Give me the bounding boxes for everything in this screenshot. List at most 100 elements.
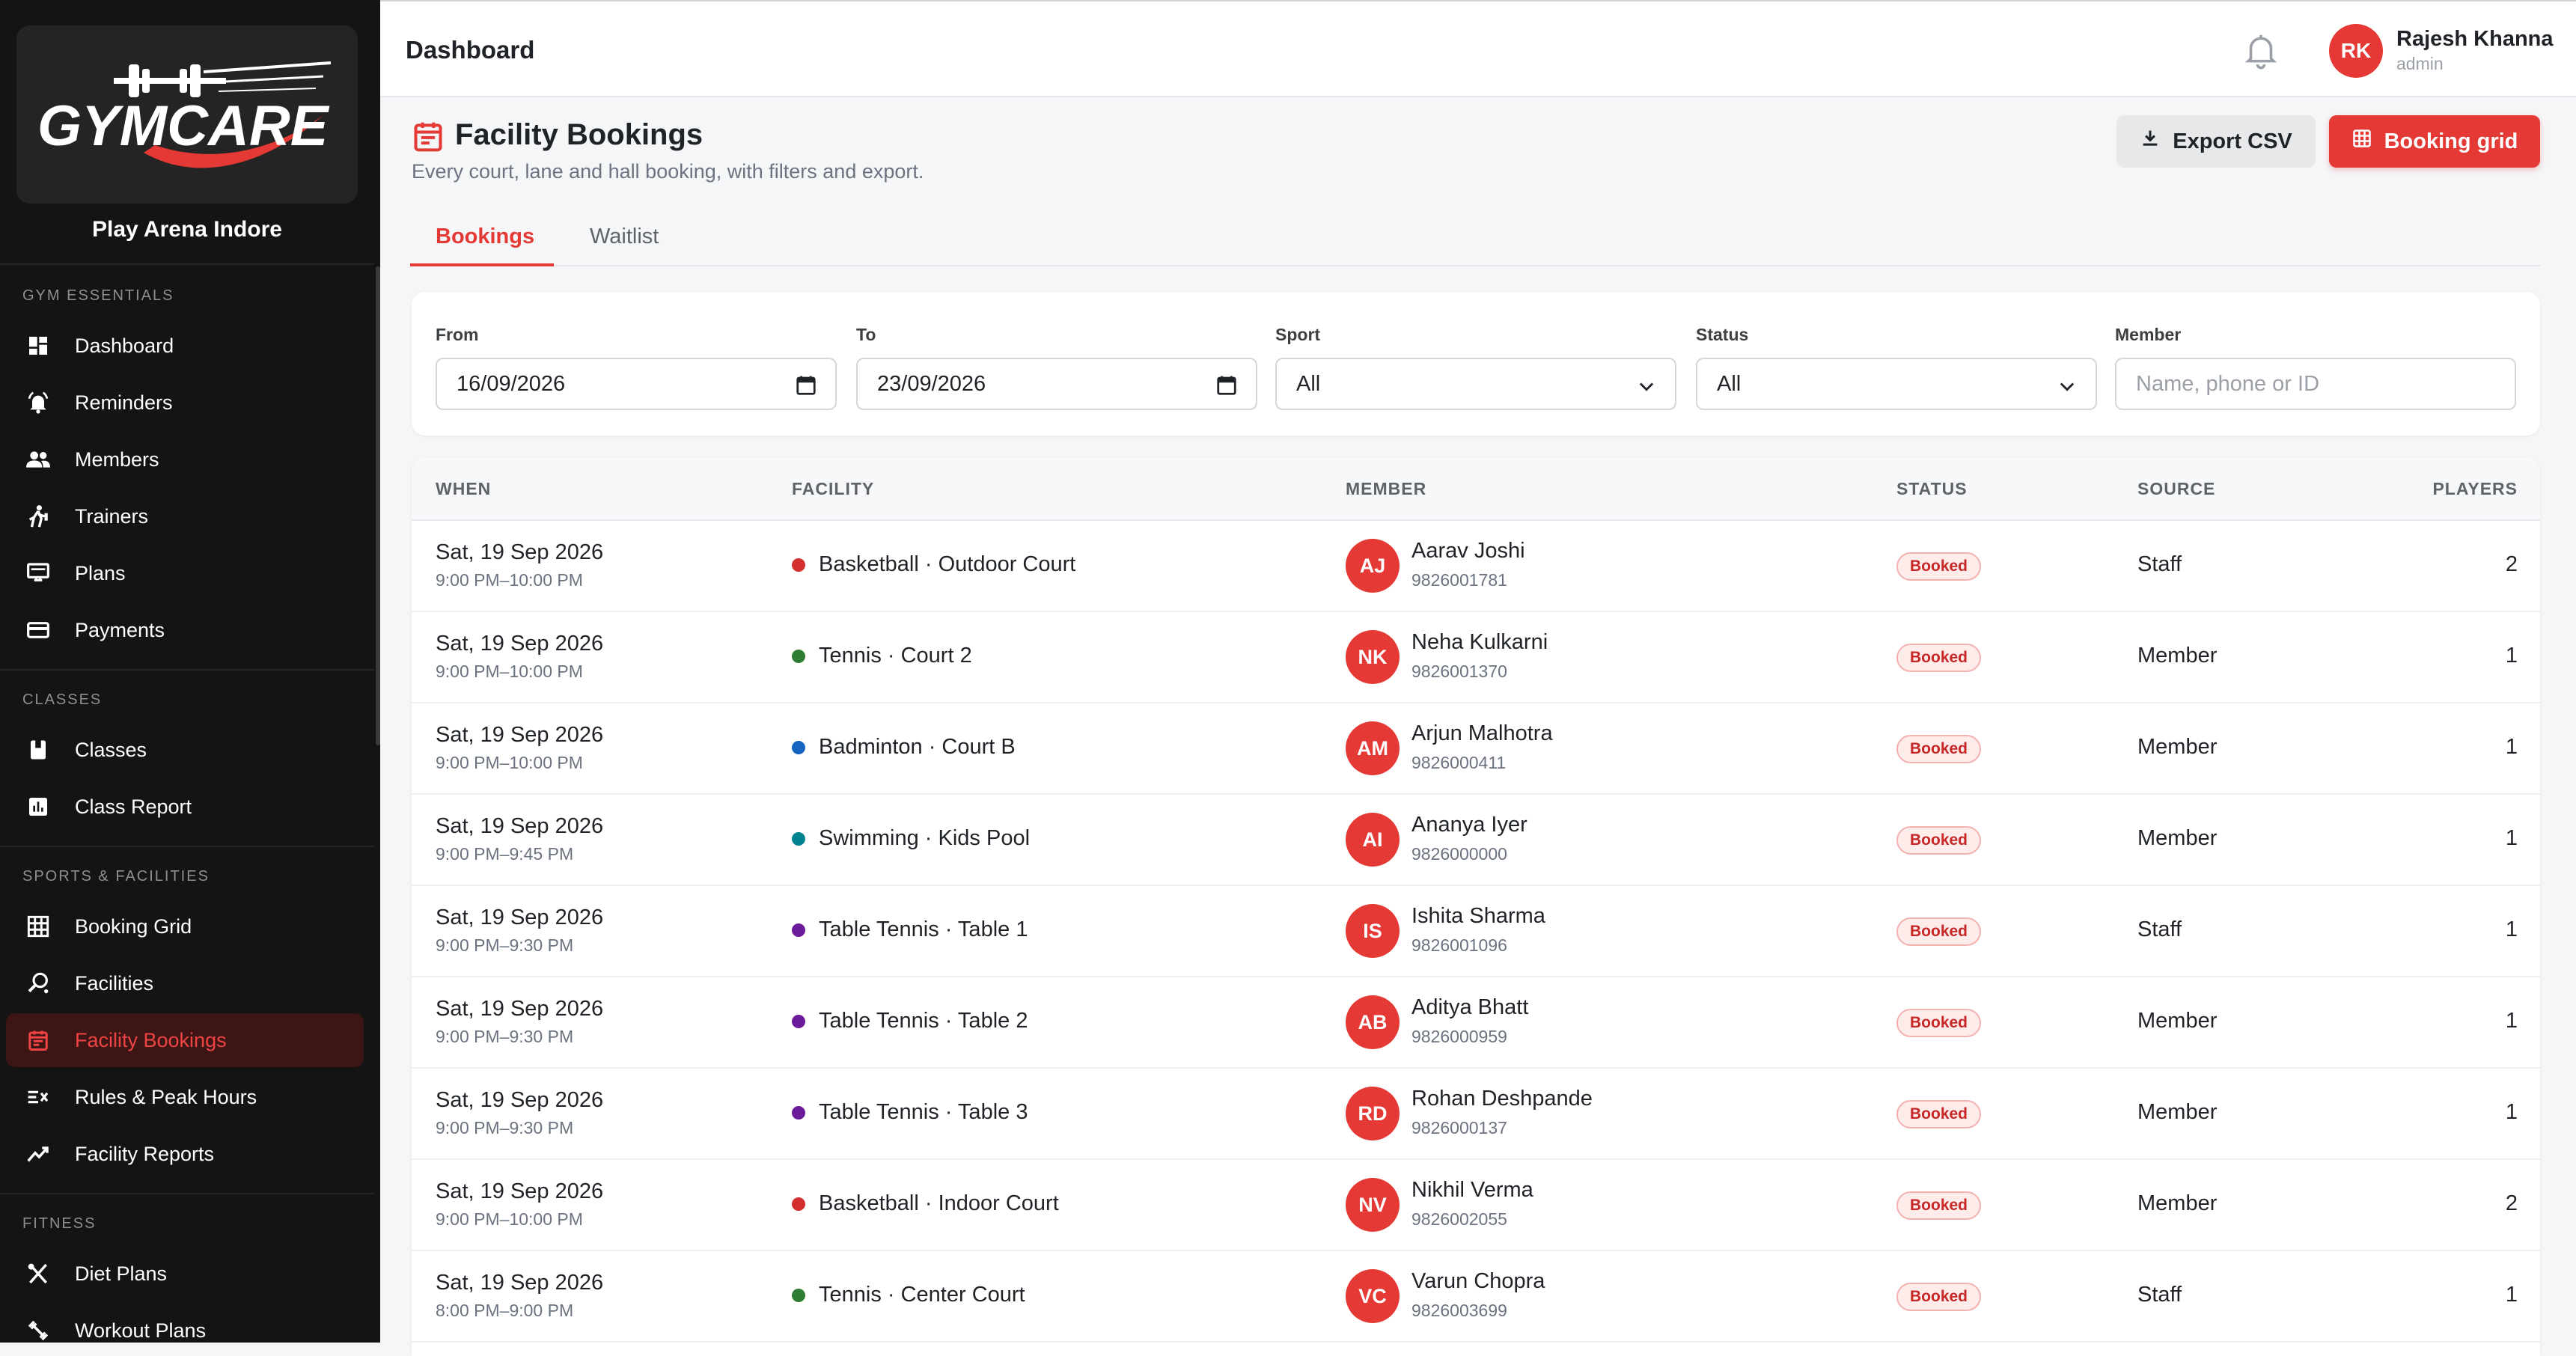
tab-bookings[interactable]: Bookings <box>436 225 534 249</box>
sport-color-dot <box>792 558 805 572</box>
sidebar-item-dashboard[interactable]: Dashboard <box>6 319 364 373</box>
sidebar-item-workout-plans[interactable]: Workout Plans <box>6 1304 364 1343</box>
sport-select[interactable]: All <box>1275 358 1676 410</box>
booking-time: 9:00 PM–9:30 PM <box>436 935 574 955</box>
from-date-input[interactable]: 16/09/2026 <box>436 358 837 410</box>
sidebar-item-trainers[interactable]: Trainers <box>6 489 364 543</box>
sidebar-item-label: Trainers <box>75 504 149 528</box>
table-row[interactable]: Sat, 19 Sep 2026 9:00 PM–10:00 PM Basket… <box>412 521 2540 612</box>
booking-facility: Table Tennis · Table 1 <box>792 917 1028 942</box>
gymcare-logo[interactable]: GYMCARE <box>16 25 358 204</box>
sport-color-dot <box>792 740 805 754</box>
member-avatar: AJ <box>1346 539 1400 593</box>
booking-grid-button[interactable]: Booking grid <box>2329 115 2540 168</box>
to-date-input[interactable]: 23/09/2026 <box>856 358 1257 410</box>
calendar-picker-icon[interactable] <box>795 374 817 403</box>
notifications-bell-icon[interactable] <box>2241 28 2281 76</box>
booking-players: 2 <box>2505 1191 2518 1215</box>
booking-date: Sat, 19 Sep 2026 <box>436 905 604 929</box>
table-row[interactable]: Sat, 19 Sep 2026 9:00 PM–9:30 PM Table T… <box>412 886 2540 977</box>
sidebar-item-facility-reports[interactable]: Facility Reports <box>6 1127 364 1181</box>
column-players[interactable]: PLAYERS <box>2432 479 2518 499</box>
status-select[interactable]: All <box>1696 358 2097 410</box>
plans-icon <box>22 558 54 589</box>
sidebar-item-plans[interactable]: Plans <box>6 546 364 600</box>
column-member[interactable]: MEMBER <box>1346 479 1426 499</box>
table-row[interactable]: Sat, 19 Sep 2026 9:00 PM–10:00 PM Badmin… <box>412 703 2540 795</box>
column-status[interactable]: STATUS <box>1896 479 1968 499</box>
member-name: Ishita Sharma <box>1411 904 1545 928</box>
member-name: Nikhil Verma <box>1411 1178 1533 1202</box>
sidebar-item-label: Reminders <box>75 391 173 414</box>
facility-name: Badminton · Court B <box>819 735 1016 759</box>
booking-facility: Table Tennis · Table 3 <box>792 1100 1028 1125</box>
booking-date: Sat, 19 Sep 2026 <box>436 1088 604 1112</box>
booking-facility: Basketball · Indoor Court <box>792 1191 1059 1216</box>
table-row[interactable]: Sat, 19 Sep 2026 9:00 PM–9:30 PM Table T… <box>412 1069 2540 1160</box>
divider <box>0 263 374 265</box>
sidebar-item-label: Class Report <box>75 795 192 818</box>
user-avatar[interactable]: RK <box>2329 24 2383 78</box>
download-icon <box>2140 128 2161 155</box>
member-avatar: NK <box>1346 630 1400 684</box>
member-phone: 9826000000 <box>1411 844 1507 864</box>
dashboard-icon <box>22 330 54 361</box>
sidebar-item-label: Payments <box>75 618 165 641</box>
tab-waitlist[interactable]: Waitlist <box>590 225 659 249</box>
member-search-input[interactable]: Name, phone or ID <box>2115 358 2516 410</box>
table-row[interactable]: Sat, 19 Sep 2026 9:00 PM–10:00 PM Tennis… <box>412 612 2540 703</box>
booking-source: Staff <box>2137 552 2182 576</box>
member-phone: 9826000137 <box>1411 1118 1507 1137</box>
sidebar-item-label: Facilities <box>75 971 154 995</box>
sidebar-item-members[interactable]: Members <box>6 433 364 486</box>
rules-icon <box>22 1081 54 1113</box>
facility-name: Table Tennis · Table 2 <box>819 1009 1028 1033</box>
user-role: admin <box>2396 54 2444 73</box>
sport-color-dot <box>792 649 805 663</box>
facility-name: Tennis · Center Court <box>819 1283 1025 1307</box>
sidebar-item-booking-grid[interactable]: Booking Grid <box>6 900 364 953</box>
column-facility[interactable]: FACILITY <box>792 479 874 499</box>
member-avatar: IS <box>1346 904 1400 958</box>
export-csv-button[interactable]: Export CSV <box>2116 115 2316 168</box>
sport-color-dot <box>792 831 805 846</box>
sidebar-item-class-report[interactable]: Class Report <box>6 780 364 834</box>
divider <box>0 1193 374 1194</box>
status-badge: Booked <box>1896 826 1982 855</box>
booking-players: 1 <box>2505 1283 2518 1307</box>
sidebar-scrollbar[interactable] <box>376 266 380 745</box>
sidebar-item-diet-plans[interactable]: Diet Plans <box>6 1247 364 1301</box>
booking-grid-label: Booking grid <box>2384 129 2518 153</box>
member-avatar: NV <box>1346 1178 1400 1232</box>
sport-select-value: All <box>1296 371 1321 396</box>
sport-label: Sport <box>1275 325 1321 344</box>
booking-source: Member <box>2137 826 2218 850</box>
member-phone: 9826001096 <box>1411 935 1507 955</box>
sidebar: GYMCARE Play Arena Indore GYM ESSENTIALS… <box>0 0 380 1343</box>
sidebar-item-label: Plans <box>75 561 126 584</box>
booking-source: Member <box>2137 1191 2218 1215</box>
booking-time: 9:00 PM–10:00 PM <box>436 570 583 590</box>
booking-time: 9:00 PM–9:30 PM <box>436 1118 574 1137</box>
sidebar-item-rules-peak-hours[interactable]: Rules & Peak Hours <box>6 1070 364 1124</box>
column-source[interactable]: SOURCE <box>2137 479 2215 499</box>
table-row[interactable]: Sat, 19 Sep 2026 8:00 PM–9:00 PM Tennis … <box>412 1251 2540 1343</box>
user-name[interactable]: Rajesh Khanna <box>2396 27 2554 52</box>
trainer-icon <box>22 501 54 532</box>
column-when[interactable]: WHEN <box>436 479 491 499</box>
sidebar-item-reminders[interactable]: Reminders <box>6 376 364 430</box>
table-row[interactable]: Sat, 19 Sep 2026 9:00 PM–10:00 PM Basket… <box>412 1160 2540 1251</box>
calendar-picker-icon[interactable] <box>1215 374 1238 403</box>
booking-date: Sat, 19 Sep 2026 <box>436 997 604 1021</box>
booking-players: 1 <box>2505 735 2518 759</box>
sidebar-item-label: Facility Reports <box>75 1142 215 1165</box>
sidebar-item-classes[interactable]: Classes <box>6 723 364 777</box>
table-row[interactable]: Sat, 19 Sep 2026 9:00 PM–9:45 PM Swimmin… <box>412 795 2540 886</box>
booking-players: 1 <box>2505 1009 2518 1033</box>
sidebar-item-facility-bookings[interactable]: Facility Bookings <box>6 1013 364 1067</box>
sidebar-item-payments[interactable]: Payments <box>6 603 364 657</box>
facility-name: Table Tennis · Table 3 <box>819 1100 1028 1124</box>
booking-date: Sat, 19 Sep 2026 <box>436 814 604 838</box>
table-row[interactable]: Sat, 19 Sep 2026 9:00 PM–9:30 PM Table T… <box>412 977 2540 1069</box>
sidebar-item-facilities[interactable]: Facilities <box>6 956 364 1010</box>
